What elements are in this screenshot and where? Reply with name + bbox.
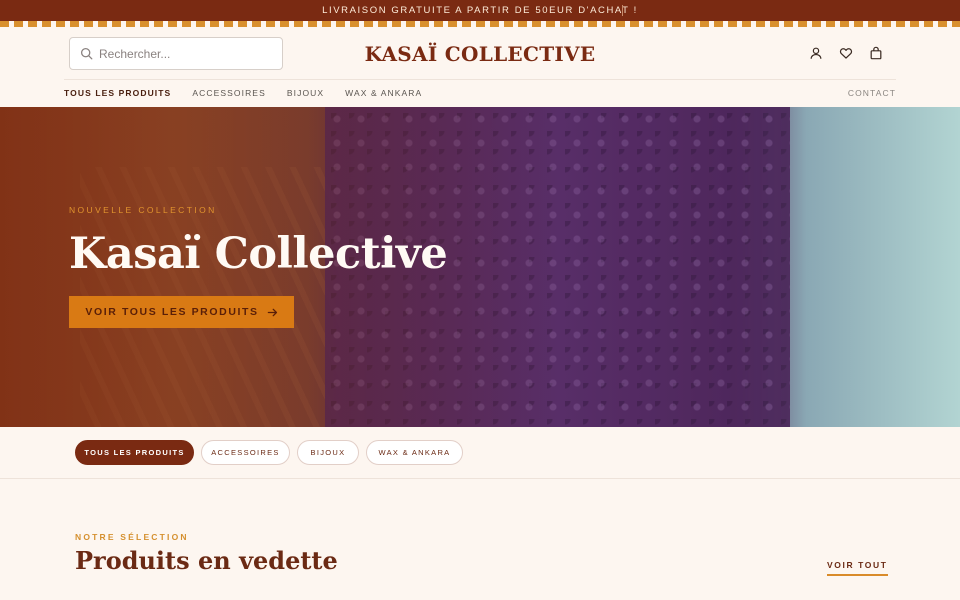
hero-title: Kasaï Collective: [69, 229, 448, 279]
announcement-text: LIVRAISON GRATUITE A PARTIR DE 50EUR D'A…: [322, 5, 638, 16]
nav-item-contact[interactable]: CONTACT: [848, 88, 896, 98]
nav-item-tous-les-produits[interactable]: TOUS LES PRODUITS: [64, 88, 171, 98]
featured-eyebrow: NOTRE SÉLECTION: [75, 532, 189, 542]
category-filter-bar: TOUS LES PRODUITS ACCESSOIRES BIJOUX WAX…: [0, 427, 960, 479]
filter-chip-wax-ankara[interactable]: WAX & ANKARA: [366, 440, 463, 465]
header-icons: [809, 46, 883, 60]
heart-icon[interactable]: [839, 46, 853, 60]
featured-title: Produits en vedette: [75, 546, 338, 575]
user-icon[interactable]: [809, 46, 823, 60]
main-nav: TOUS LES PRODUITS ACCESSOIRES BIJOUX WAX…: [64, 79, 896, 106]
hero-banner: NOUVELLE COLLECTION Kasaï Collective VOI…: [0, 107, 960, 427]
arrow-right-icon: [267, 308, 277, 316]
see-all-link[interactable]: VOIR TOUT: [827, 560, 888, 576]
cta-label: VOIR TOUS LES PRODUITS: [85, 306, 259, 318]
filter-chip-tous-les-produits[interactable]: TOUS LES PRODUITS: [75, 440, 194, 465]
site-header: KASAÏ COLLECTIVE: [0, 27, 960, 79]
nav-item-wax-ankara[interactable]: WAX & ANKARA: [345, 88, 422, 98]
hero-eyebrow: NOUVELLE COLLECTION: [69, 205, 217, 215]
view-all-products-button[interactable]: VOIR TOUS LES PRODUITS: [69, 296, 294, 328]
announcement-divider: [622, 5, 623, 16]
filter-chip-accessoires[interactable]: ACCESSOIRES: [201, 440, 290, 465]
nav-item-bijoux[interactable]: BIJOUX: [287, 88, 324, 98]
filter-chip-bijoux[interactable]: BIJOUX: [297, 440, 359, 465]
shopping-bag-icon[interactable]: [869, 46, 883, 60]
nav-item-accessoires[interactable]: ACCESSOIRES: [192, 88, 266, 98]
announcement-bar: LIVRAISON GRATUITE A PARTIR DE 50EUR D'A…: [0, 0, 960, 21]
